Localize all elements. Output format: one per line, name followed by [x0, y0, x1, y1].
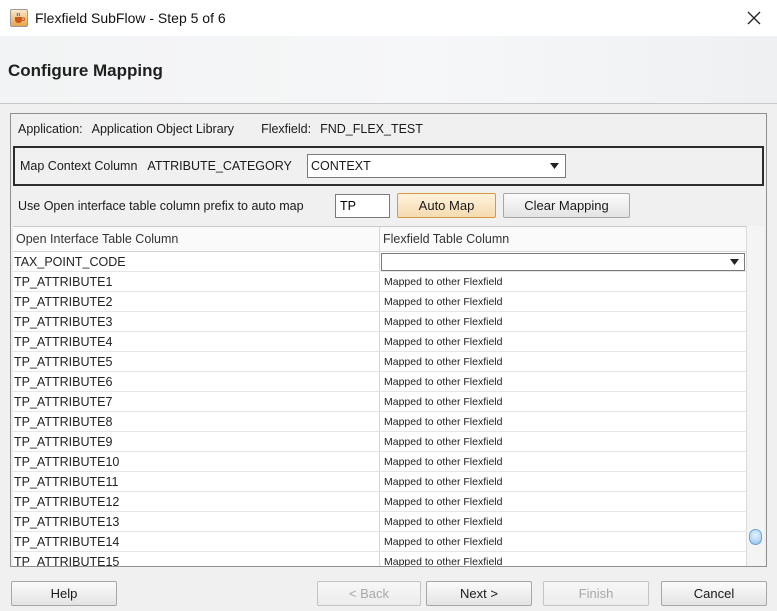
table-row[interactable]: TP_ATTRIBUTE2 Mapped to other Flexfield [13, 292, 746, 312]
open-interface-column-cell: TP_ATTRIBUTE6 [13, 372, 380, 391]
open-interface-column-cell: TP_ATTRIBUTE14 [13, 532, 380, 551]
mapping-panel: Application: Application Object Library … [10, 113, 767, 567]
open-interface-column-cell: TP_ATTRIBUTE9 [13, 432, 380, 451]
open-interface-column-cell: TP_ATTRIBUTE11 [13, 472, 380, 491]
table-row[interactable]: TP_ATTRIBUTE8 Mapped to other Flexfield [13, 412, 746, 432]
table-row[interactable]: TP_ATTRIBUTE9 Mapped to other Flexfield [13, 432, 746, 452]
table-row[interactable]: TP_ATTRIBUTE13 Mapped to other Flexfield [13, 512, 746, 532]
open-interface-column-cell: TP_ATTRIBUTE1 [13, 272, 380, 291]
finish-label: Finish [578, 586, 614, 601]
title-bar: Flexfield SubFlow - Step 5 of 6 [0, 0, 777, 36]
flexfield-column-cell[interactable]: Mapped to other Flexfield [380, 412, 746, 431]
open-interface-column-cell: TP_ATTRIBUTE8 [13, 412, 380, 431]
chevron-down-icon [730, 258, 739, 265]
wizard-header: Configure Mapping [0, 36, 777, 104]
flexfield-column-cell[interactable]: Mapped to other Flexfield [380, 472, 746, 491]
flexfield-column-cell[interactable]: Mapped to other Flexfield [380, 392, 746, 411]
flexfield-column-cell[interactable]: Mapped to other Flexfield [380, 292, 746, 311]
application-label: Application: [18, 122, 83, 136]
column-header-flexfield: Flexfield Table Column [383, 232, 510, 246]
help-button[interactable]: Help [11, 581, 117, 606]
flexfield-column-cell[interactable]: Mapped to other Flexfield [380, 352, 746, 371]
flexfield-column-cell[interactable]: Mapped to other Flexfield [380, 492, 746, 511]
flexfield-column-cell[interactable] [380, 252, 746, 271]
table-row[interactable]: TP_ATTRIBUTE15 Mapped to other Flexfield [13, 552, 746, 566]
flexfield-column-cell[interactable]: Mapped to other Flexfield [380, 312, 746, 331]
next-label: Next > [460, 586, 498, 601]
vertical-scrollbar[interactable] [746, 226, 764, 566]
window-title: Flexfield SubFlow - Step 5 of 6 [35, 10, 226, 26]
flexfield-column-cell[interactable]: Mapped to other Flexfield [380, 552, 746, 567]
mapping-table: Open Interface Table Column Flexfield Ta… [13, 226, 746, 566]
table-row[interactable]: TP_ATTRIBUTE12 Mapped to other Flexfield [13, 492, 746, 512]
table-header: Open Interface Table Column Flexfield Ta… [13, 227, 746, 252]
cancel-label: Cancel [693, 586, 735, 601]
back-label: < Back [348, 586, 390, 601]
flexfield-column-cell[interactable]: Mapped to other Flexfield [380, 272, 746, 291]
open-interface-column-cell: TP_ATTRIBUTE3 [13, 312, 380, 331]
open-interface-column-cell: TP_ATTRIBUTE15 [13, 552, 380, 566]
close-x-icon [747, 11, 761, 25]
table-row[interactable]: TP_ATTRIBUTE11 Mapped to other Flexfield [13, 472, 746, 492]
open-interface-column-cell: TP_ATTRIBUTE7 [13, 392, 380, 411]
cancel-button[interactable]: Cancel [661, 581, 767, 606]
flexfield-column-select[interactable] [381, 252, 745, 271]
table-row[interactable]: TP_ATTRIBUTE1 Mapped to other Flexfield [13, 272, 746, 292]
open-interface-column-cell: TAX_POINT_CODE [13, 252, 380, 271]
prefix-label: Use Open interface table column prefix t… [18, 199, 304, 213]
finish-button[interactable]: Finish [543, 581, 649, 606]
flexfield-label: Flexfield: [261, 122, 312, 136]
flexfield-column-cell[interactable]: Mapped to other Flexfield [380, 372, 746, 391]
context-column-name: ATTRIBUTE_CATEGORY [147, 159, 292, 173]
table-row[interactable]: TP_ATTRIBUTE6 Mapped to other Flexfield [13, 372, 746, 392]
table-row[interactable]: TP_ATTRIBUTE4 Mapped to other Flexfield [13, 332, 746, 352]
table-body: TAX_POINT_CODE TP_ATTRIBUTE1 Mapped to oth… [13, 252, 746, 566]
table-row[interactable]: TP_ATTRIBUTE14 Mapped to other Flexfield [13, 532, 746, 552]
context-select[interactable]: CONTEXT [307, 154, 566, 178]
chevron-down-icon [550, 163, 559, 169]
table-row[interactable]: TAX_POINT_CODE [13, 252, 746, 272]
context-label: Map Context Column [20, 159, 138, 173]
column-header-open-interface: Open Interface Table Column [13, 227, 380, 251]
clear-mapping-button[interactable]: Clear Mapping [503, 193, 630, 218]
flexfield-column-cell[interactable]: Mapped to other Flexfield [380, 332, 746, 351]
open-interface-column-cell: TP_ATTRIBUTE13 [13, 512, 380, 531]
context-column-box: Map Context Column ATTRIBUTE_CATEGORY CO… [13, 146, 764, 186]
context-select-value: CONTEXT [311, 159, 371, 173]
flexfield-column-cell[interactable]: Mapped to other Flexfield [380, 532, 746, 551]
table-row[interactable]: TP_ATTRIBUTE10 Mapped to other Flexfield [13, 452, 746, 472]
info-row: Application: Application Object Library … [11, 114, 766, 144]
close-button[interactable] [731, 0, 777, 36]
flexfield-column-cell[interactable]: Mapped to other Flexfield [380, 432, 746, 451]
open-interface-column-cell: TP_ATTRIBUTE2 [13, 292, 380, 311]
open-interface-column-cell: TP_ATTRIBUTE10 [13, 452, 380, 471]
open-interface-column-cell: TP_ATTRIBUTE4 [13, 332, 380, 351]
open-interface-column-cell: TP_ATTRIBUTE12 [13, 492, 380, 511]
help-label: Help [50, 586, 78, 601]
flexfield-value: FND_FLEX_TEST [320, 122, 423, 136]
flexfield-column-cell[interactable]: Mapped to other Flexfield [380, 512, 746, 531]
flexfield-column-cell[interactable]: Mapped to other Flexfield [380, 452, 746, 471]
next-button[interactable]: Next > [426, 581, 532, 606]
auto-map-button[interactable]: Auto Map [397, 193, 496, 218]
back-button[interactable]: < Back [317, 581, 421, 606]
scroll-thumb[interactable] [749, 529, 762, 545]
table-row[interactable]: TP_ATTRIBUTE3 Mapped to other Flexfield [13, 312, 746, 332]
table-row[interactable]: TP_ATTRIBUTE5 Mapped to other Flexfield [13, 352, 746, 372]
prefix-input[interactable] [335, 194, 390, 218]
open-interface-column-cell: TP_ATTRIBUTE5 [13, 352, 380, 371]
page-title: Configure Mapping [8, 61, 163, 80]
java-cup-icon [10, 9, 28, 27]
application-value: Application Object Library [91, 122, 235, 136]
table-row[interactable]: TP_ATTRIBUTE7 Mapped to other Flexfield [13, 392, 746, 412]
